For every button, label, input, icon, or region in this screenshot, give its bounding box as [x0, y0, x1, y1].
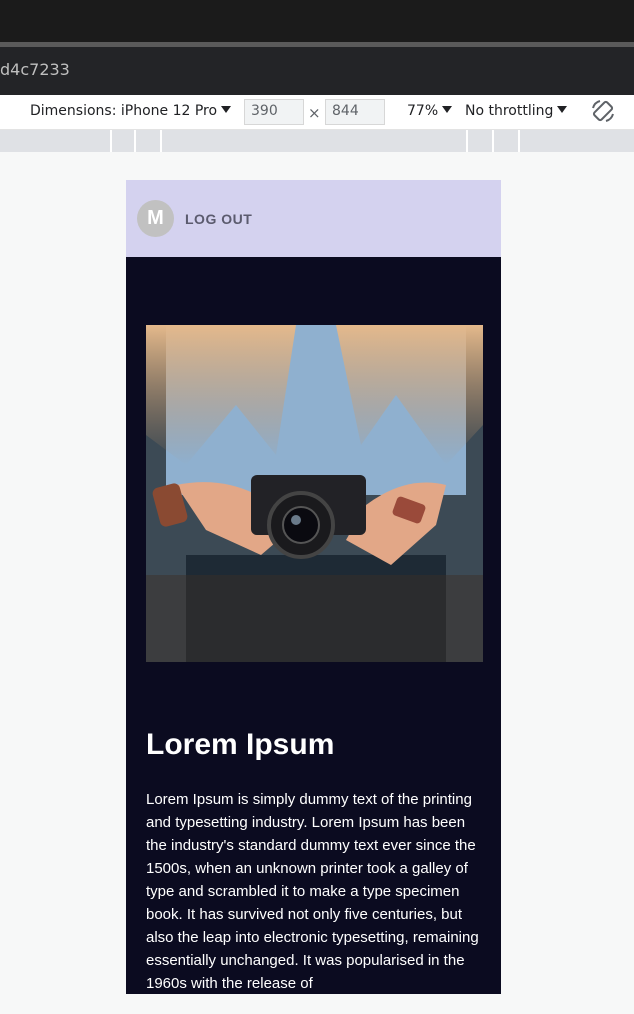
- dimensions-label: Dimensions: iPhone 12 Pro: [30, 103, 218, 119]
- times-separator: ×: [308, 104, 321, 122]
- chevron-down-icon: [442, 106, 453, 113]
- ruler-tick: [518, 130, 520, 152]
- throttling-dropdown[interactable]: No throttling: [465, 103, 568, 119]
- height-input[interactable]: 844: [325, 99, 385, 125]
- chevron-down-icon: [557, 106, 568, 113]
- address-text: d4c7233: [0, 60, 70, 79]
- logout-button[interactable]: LOG OUT: [185, 211, 252, 227]
- ruler-tick: [160, 130, 162, 152]
- ruler-tick: [110, 130, 112, 152]
- chevron-down-icon: [221, 106, 232, 113]
- throttling-label: No throttling: [465, 103, 554, 119]
- browser-top-bar: [0, 0, 634, 42]
- address-bar[interactable]: d4c7233: [0, 47, 634, 95]
- avatar[interactable]: M: [137, 200, 174, 237]
- article-title: Lorem Ipsum: [146, 728, 335, 761]
- device-toolbar: Dimensions: iPhone 12 Pro 390 × 844 77% …: [0, 95, 634, 130]
- rotate-icon[interactable]: [590, 98, 616, 124]
- width-input[interactable]: 390: [244, 99, 304, 125]
- device-viewport: M LOG OUT Lorem Ipsum Lorem Ipsum is sim…: [126, 180, 501, 994]
- hero-photo: [146, 325, 483, 662]
- ruler-tick: [466, 130, 468, 152]
- article-body: Lorem Ipsum is simply dummy text of the …: [146, 791, 479, 992]
- zoom-label: 77%: [407, 103, 439, 119]
- media-query-ruler: [0, 130, 634, 152]
- dimensions-dropdown[interactable]: Dimensions: iPhone 12 Pro: [30, 103, 232, 119]
- camera-photo-illustration: [146, 325, 483, 662]
- ruler-tick: [134, 130, 136, 152]
- ruler-tick: [492, 130, 494, 152]
- zoom-dropdown[interactable]: 77%: [407, 103, 453, 119]
- app-header: M LOG OUT: [126, 180, 501, 257]
